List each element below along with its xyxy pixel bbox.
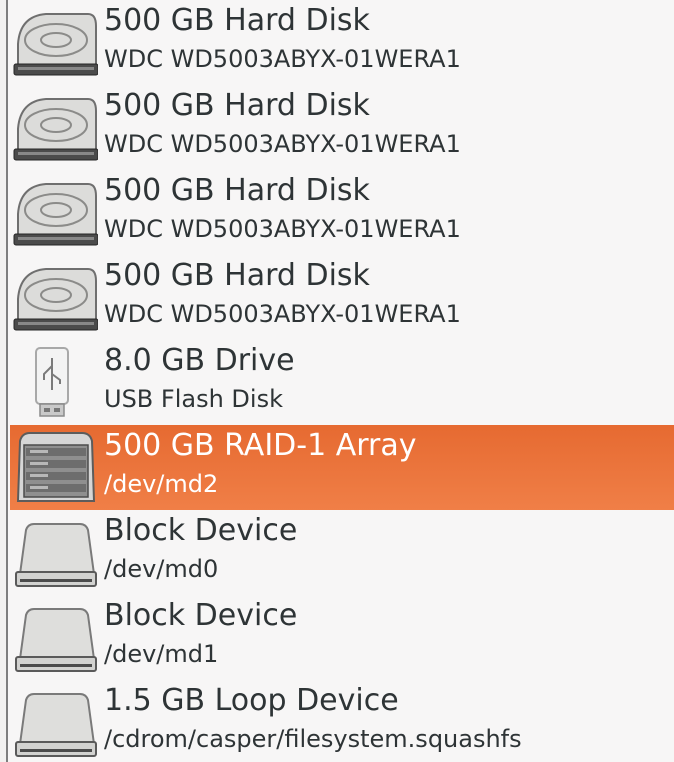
device-row[interactable]: 500 GB Hard Disk WDC WD5003ABYX-01WERA1 (10, 255, 674, 340)
raid-array-icon (16, 432, 96, 502)
device-title: 500 GB Hard Disk (104, 88, 370, 123)
device-subtitle: WDC WD5003ABYX-01WERA1 (104, 300, 461, 328)
device-title: 500 GB RAID-1 Array (104, 428, 417, 463)
device-subtitle: /dev/md0 (104, 555, 219, 583)
disks-device-sidebar: 500 GB Hard Disk WDC WD5003ABYX-01WERA1 … (0, 0, 674, 762)
device-subtitle: /dev/md1 (104, 640, 219, 668)
device-subtitle: WDC WD5003ABYX-01WERA1 (104, 130, 461, 158)
device-row[interactable]: Block Device /dev/md1 (10, 595, 674, 680)
usb-drive-icon (35, 347, 69, 417)
sidebar-border (0, 0, 8, 762)
device-subtitle: WDC WD5003ABYX-01WERA1 (104, 45, 461, 73)
device-title: Block Device (104, 598, 298, 633)
hard-disk-icon (13, 268, 98, 331)
block-device-icon (15, 523, 97, 587)
device-title: 500 GB Hard Disk (104, 3, 370, 38)
block-device-icon (15, 693, 97, 757)
device-title: 500 GB Hard Disk (104, 258, 370, 293)
device-row[interactable]: Block Device /dev/md0 (10, 510, 674, 595)
device-title: Block Device (104, 513, 298, 548)
device-row[interactable]: 500 GB Hard Disk WDC WD5003ABYX-01WERA1 (10, 0, 674, 85)
device-subtitle: /dev/md2 (104, 470, 219, 498)
device-row[interactable]: 500 GB Hard Disk WDC WD5003ABYX-01WERA1 (10, 170, 674, 255)
device-row[interactable]: 1.5 GB Loop Device /cdrom/casper/filesys… (10, 680, 674, 762)
device-row[interactable]: 500 GB Hard Disk WDC WD5003ABYX-01WERA1 (10, 85, 674, 170)
device-title: 8.0 GB Drive (104, 343, 295, 378)
device-row[interactable]: 8.0 GB Drive USB Flash Disk (10, 340, 674, 425)
device-title: 1.5 GB Loop Device (104, 683, 399, 718)
block-device-icon (15, 608, 97, 672)
hard-disk-icon (13, 183, 98, 246)
device-list[interactable]: 500 GB Hard Disk WDC WD5003ABYX-01WERA1 … (10, 0, 674, 762)
device-subtitle: /cdrom/casper/filesystem.squashfs (104, 725, 522, 753)
device-title: 500 GB Hard Disk (104, 173, 370, 208)
device-subtitle: USB Flash Disk (104, 385, 283, 413)
hard-disk-icon (13, 98, 98, 161)
device-subtitle: WDC WD5003ABYX-01WERA1 (104, 215, 461, 243)
device-row-selected[interactable]: 500 GB RAID-1 Array /dev/md2 (10, 425, 674, 510)
hard-disk-icon (13, 13, 98, 76)
